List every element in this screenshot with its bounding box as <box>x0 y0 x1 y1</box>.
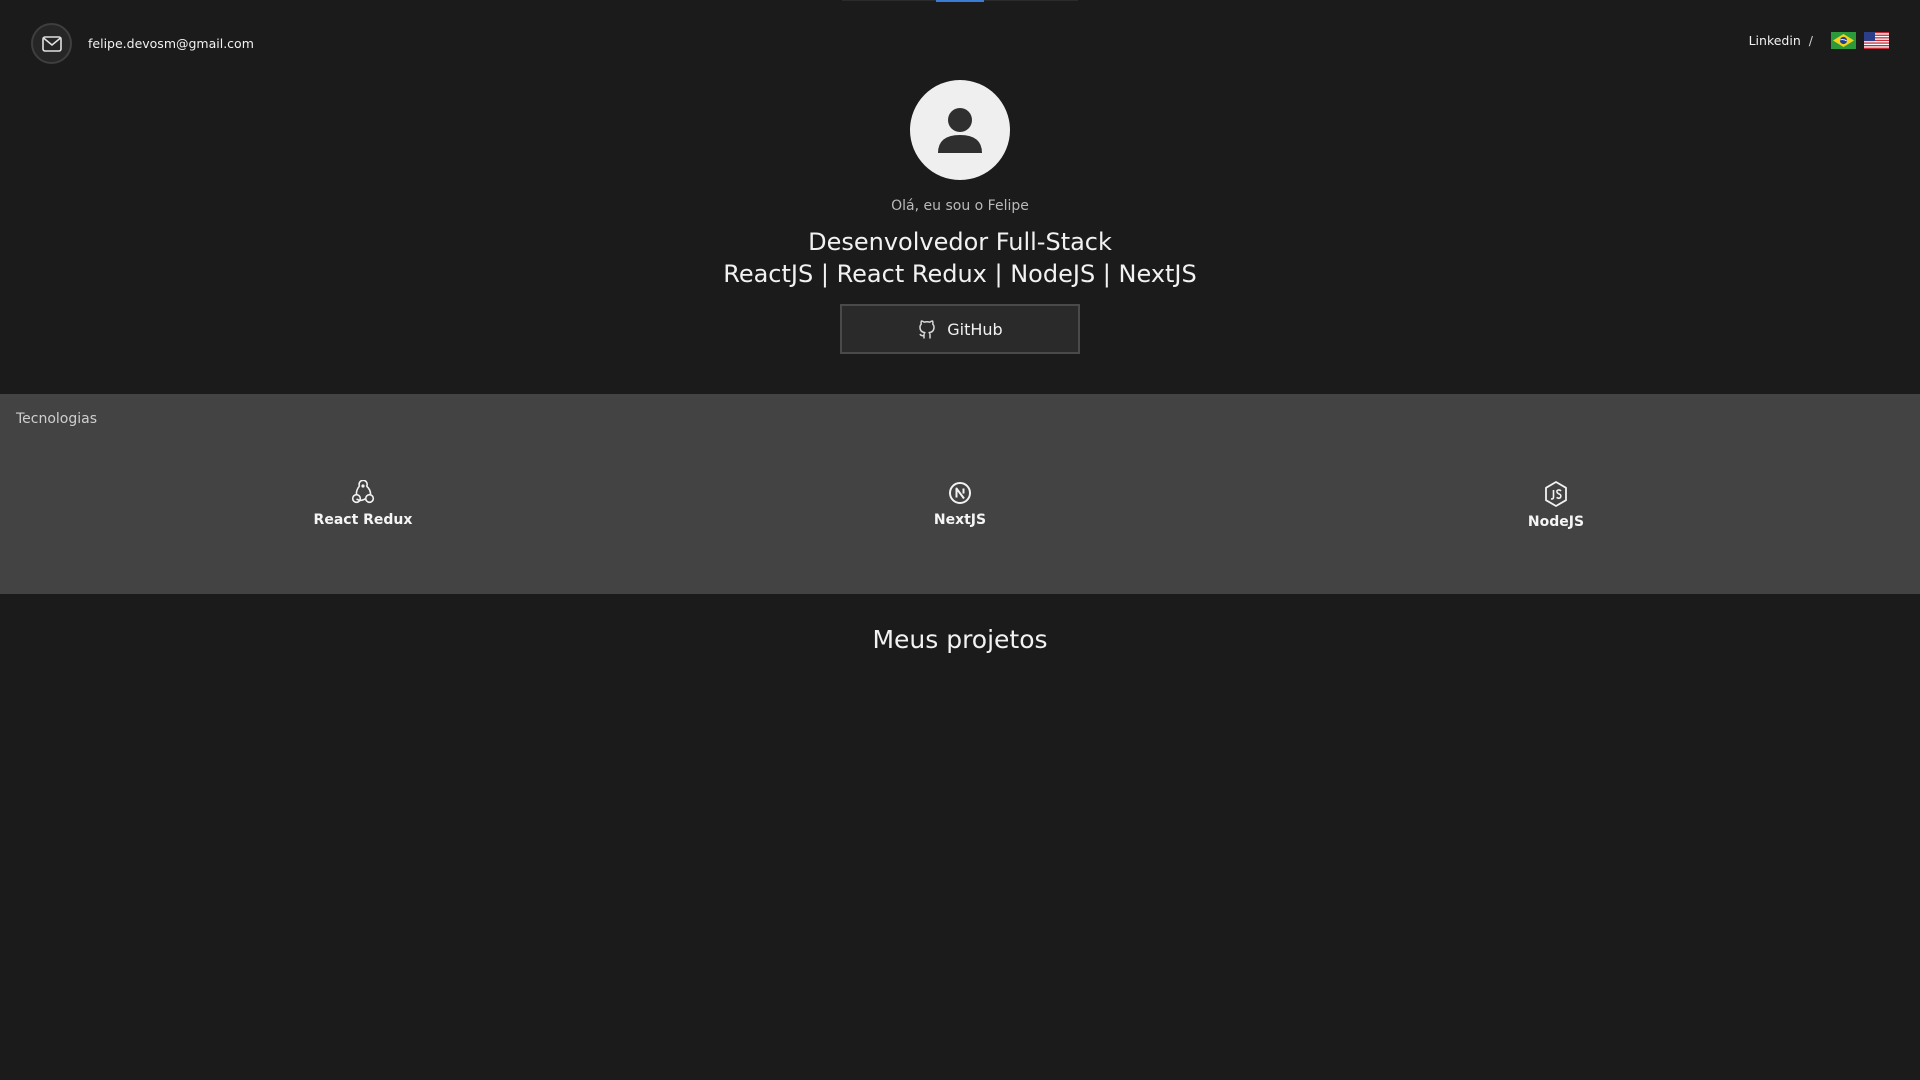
avatar <box>910 80 1010 180</box>
nodejs-icon <box>1545 481 1567 507</box>
technologies-section: Tecnologias React Redux NextJS NodeJS <box>0 394 1920 594</box>
usa-flag-icon[interactable] <box>1864 32 1889 49</box>
header-links: Linkedin / <box>1749 32 1889 49</box>
hero-section: Olá, eu sou o Felipe Desenvolvedor Full-… <box>0 80 1920 354</box>
email-contact[interactable]: felipe.devosm@gmail.com <box>31 23 254 64</box>
tech-item-nextjs: NextJS <box>880 480 1040 528</box>
brazil-flag-icon[interactable] <box>1831 32 1856 49</box>
tech-item-react-redux: React Redux <box>283 479 443 528</box>
email-address[interactable]: felipe.devosm@gmail.com <box>88 36 254 51</box>
tech-label-nodejs: NodeJS <box>1527 514 1585 530</box>
site-header: felipe.devosm@gmail.com Linkedin / <box>0 0 1920 88</box>
redux-icon <box>351 479 375 504</box>
stack-list: ReactJS | React Redux | NodeJS | NextJS <box>723 260 1197 288</box>
user-icon <box>938 108 982 153</box>
github-button[interactable]: GitHub <box>840 304 1080 354</box>
github-icon <box>919 320 936 339</box>
tech-label-react-redux: React Redux <box>313 512 413 528</box>
header-separator: / <box>1808 33 1813 48</box>
greeting-text: Olá, eu sou o Felipe <box>891 198 1029 214</box>
role-title: Desenvolvedor Full-Stack <box>808 228 1112 256</box>
tech-label-nextjs: NextJS <box>933 512 987 528</box>
mail-icon[interactable] <box>31 23 72 64</box>
projects-title: Meus projetos <box>872 625 1048 654</box>
nextjs-icon <box>949 482 971 504</box>
technologies-title: Tecnologias <box>16 411 98 427</box>
github-button-label: GitHub <box>947 319 1003 339</box>
linkedin-link[interactable]: Linkedin <box>1749 33 1801 48</box>
tech-item-nodejs: NodeJS <box>1476 480 1636 530</box>
